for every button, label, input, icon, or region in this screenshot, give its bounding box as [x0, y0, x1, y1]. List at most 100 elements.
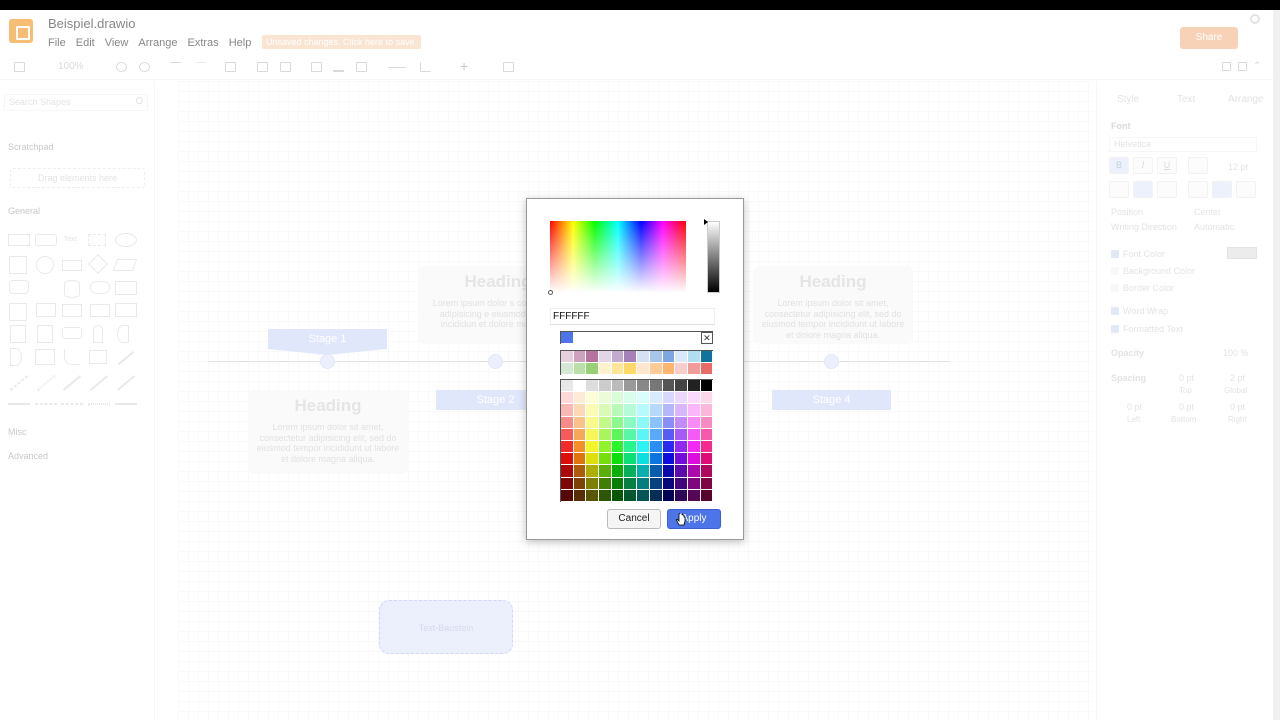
recent-color-swatch[interactable]: [611, 332, 625, 345]
palette-color-swatch[interactable]: [675, 465, 688, 478]
palette-color-swatch[interactable]: [573, 392, 587, 405]
preset-color-swatch[interactable]: [637, 363, 650, 376]
palette-color-swatch[interactable]: [599, 440, 612, 454]
palette-color-swatch[interactable]: [624, 440, 638, 454]
preset-color-swatch[interactable]: [611, 363, 625, 376]
slider-handle[interactable]: [704, 219, 708, 225]
palette-color-swatch[interactable]: [624, 465, 638, 478]
palette-color-swatch[interactable]: [700, 380, 714, 393]
palette-color-swatch[interactable]: [561, 380, 574, 393]
palette-color-swatch[interactable]: [624, 380, 638, 393]
palette-color-swatch[interactable]: [675, 440, 688, 454]
palette-color-swatch[interactable]: [637, 380, 650, 393]
palette-color-swatch[interactable]: [561, 440, 574, 454]
palette-color-swatch[interactable]: [573, 428, 587, 441]
palette-color-swatch[interactable]: [637, 440, 650, 454]
palette-color-swatch[interactable]: [662, 489, 676, 502]
recent-color-swatch[interactable]: [573, 332, 587, 345]
preset-color-swatch[interactable]: [624, 363, 638, 376]
palette-color-swatch[interactable]: [611, 392, 625, 405]
palette-color-swatch[interactable]: [700, 440, 714, 454]
recent-color-swatch[interactable]: [624, 332, 638, 345]
palette-color-swatch[interactable]: [586, 404, 600, 417]
preset-color-swatch[interactable]: [561, 351, 574, 364]
palette-color-swatch[interactable]: [700, 392, 714, 405]
preset-color-swatch[interactable]: [611, 351, 625, 364]
recent-color-swatch[interactable]: [649, 332, 663, 345]
palette-color-swatch[interactable]: [637, 392, 650, 405]
palette-color-swatch[interactable]: [675, 453, 688, 466]
palette-color-swatch[interactable]: [662, 440, 676, 454]
palette-color-swatch[interactable]: [561, 465, 574, 478]
palette-color-swatch[interactable]: [700, 416, 714, 429]
preset-color-swatch[interactable]: [649, 351, 663, 364]
recent-color-swatch[interactable]: [687, 332, 701, 345]
palette-color-swatch[interactable]: [611, 380, 625, 393]
palette-color-swatch[interactable]: [675, 428, 688, 441]
recent-color-swatch[interactable]: [599, 332, 612, 345]
preset-color-swatch[interactable]: [586, 363, 600, 376]
palette-color-swatch[interactable]: [561, 477, 574, 490]
palette-color-swatch[interactable]: [662, 416, 676, 429]
palette-color-swatch[interactable]: [599, 428, 612, 441]
palette-color-swatch[interactable]: [700, 404, 714, 417]
palette-color-swatch[interactable]: [700, 489, 714, 502]
palette-color-swatch[interactable]: [586, 416, 600, 429]
palette-color-swatch[interactable]: [573, 380, 587, 393]
preset-color-swatch[interactable]: [624, 351, 638, 364]
palette-color-swatch[interactable]: [687, 465, 701, 478]
palette-color-swatch[interactable]: [599, 416, 612, 429]
palette-color-swatch[interactable]: [573, 489, 587, 502]
preset-color-swatch[interactable]: [573, 351, 587, 364]
recent-color-swatch[interactable]: [586, 332, 600, 345]
palette-color-swatch[interactable]: [687, 440, 701, 454]
preset-color-swatch[interactable]: [561, 363, 574, 376]
palette-color-swatch[interactable]: [561, 489, 574, 502]
palette-color-swatch[interactable]: [687, 416, 701, 429]
palette-color-swatch[interactable]: [573, 465, 587, 478]
palette-color-swatch[interactable]: [624, 428, 638, 441]
palette-color-swatch[interactable]: [649, 440, 663, 454]
palette-color-swatch[interactable]: [624, 416, 638, 429]
hex-color-input[interactable]: [550, 308, 715, 325]
palette-color-swatch[interactable]: [687, 392, 701, 405]
palette-color-swatch[interactable]: [662, 392, 676, 405]
cancel-button[interactable]: Cancel: [607, 509, 661, 529]
recent-color-swatch[interactable]: [561, 332, 574, 345]
palette-color-swatch[interactable]: [561, 404, 574, 417]
palette-color-swatch[interactable]: [561, 392, 574, 405]
recent-color-swatch[interactable]: [662, 332, 676, 345]
palette-color-swatch[interactable]: [624, 392, 638, 405]
palette-color-swatch[interactable]: [649, 380, 663, 393]
palette-color-swatch[interactable]: [649, 453, 663, 466]
preset-color-swatch[interactable]: [649, 363, 663, 376]
palette-color-swatch[interactable]: [624, 477, 638, 490]
palette-color-swatch[interactable]: [624, 489, 638, 502]
palette-color-swatch[interactable]: [611, 416, 625, 429]
palette-color-swatch[interactable]: [662, 465, 676, 478]
preset-color-swatch[interactable]: [599, 351, 612, 364]
palette-color-swatch[interactable]: [675, 392, 688, 405]
palette-color-swatch[interactable]: [599, 392, 612, 405]
palette-color-swatch[interactable]: [637, 453, 650, 466]
preset-color-swatch[interactable]: [662, 363, 676, 376]
preset-color-swatch[interactable]: [675, 351, 688, 364]
palette-color-swatch[interactable]: [675, 477, 688, 490]
palette-color-swatch[interactable]: [624, 453, 638, 466]
palette-color-swatch[interactable]: [599, 489, 612, 502]
preset-color-swatch[interactable]: [687, 363, 701, 376]
preset-color-swatch[interactable]: [675, 363, 688, 376]
palette-color-swatch[interactable]: [573, 477, 587, 490]
palette-color-swatch[interactable]: [637, 465, 650, 478]
palette-color-swatch[interactable]: [637, 428, 650, 441]
palette-color-swatch[interactable]: [611, 465, 625, 478]
palette-color-swatch[interactable]: [624, 404, 638, 417]
preset-color-swatch[interactable]: [599, 363, 612, 376]
palette-color-swatch[interactable]: [675, 416, 688, 429]
palette-color-swatch[interactable]: [586, 380, 600, 393]
preset-color-swatch[interactable]: [573, 363, 587, 376]
palette-color-swatch[interactable]: [649, 465, 663, 478]
palette-color-swatch[interactable]: [561, 416, 574, 429]
palette-color-swatch[interactable]: [637, 416, 650, 429]
palette-color-swatch[interactable]: [611, 489, 625, 502]
